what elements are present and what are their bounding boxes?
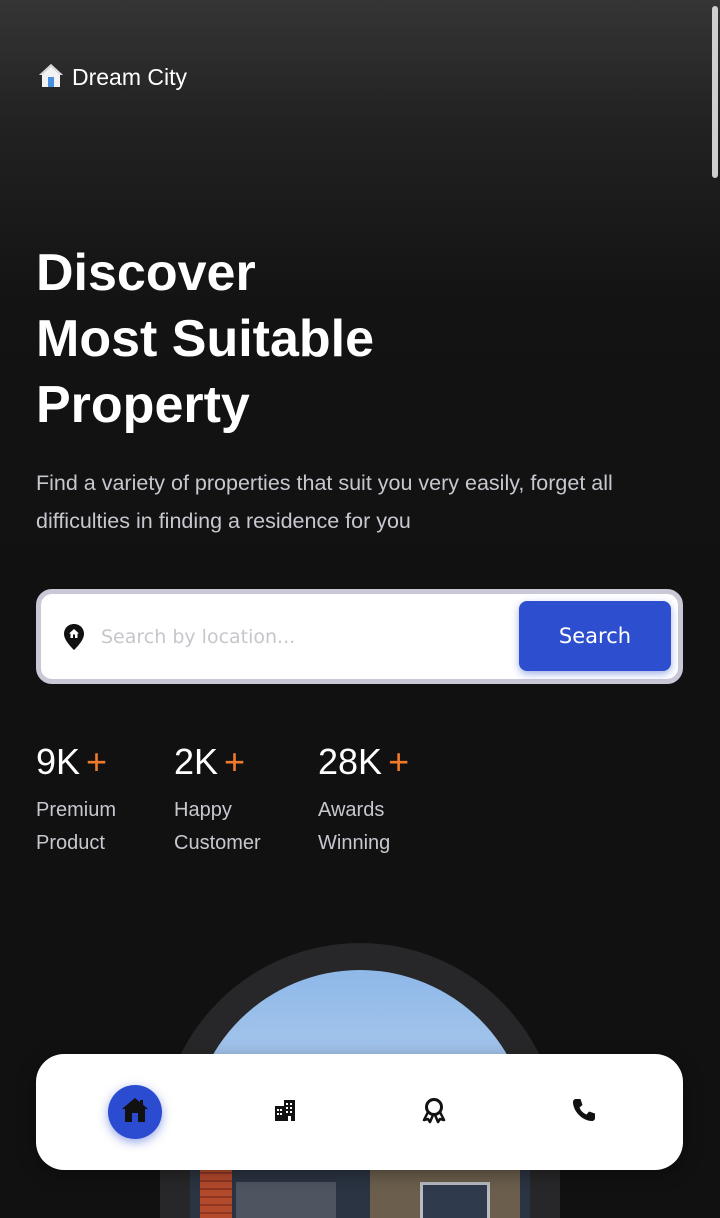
house-logo-icon [38, 62, 64, 93]
stat-awards-winning: 28K + Awards Winning [318, 738, 458, 860]
hero-title: Discover Most Suitable Property [36, 240, 596, 438]
stat-label: Awards Winning [318, 799, 391, 854]
search-bar: Search [36, 589, 683, 684]
nav-properties[interactable] [258, 1085, 312, 1139]
stat-happy-customer: 2K + Happy Customer [174, 738, 314, 860]
bottom-nav [36, 1054, 683, 1170]
stat-plus: + [224, 741, 246, 782]
stat-value: 2K [174, 741, 219, 782]
award-icon [420, 1096, 448, 1129]
hero-title-line: Most Suitable [36, 310, 375, 368]
stat-number: 2K + [174, 738, 314, 786]
phone-icon [570, 1096, 598, 1129]
hero-title-line: Property [36, 376, 250, 434]
logo-text: Dream City [72, 64, 188, 90]
nav-contact[interactable] [557, 1085, 611, 1139]
search-button[interactable]: Search [519, 601, 671, 671]
home-icon [120, 1095, 150, 1130]
search-input[interactable] [101, 625, 501, 648]
stat-value: 28K [318, 741, 383, 782]
building-panel [236, 1182, 336, 1218]
hero-title-line: Discover [36, 244, 256, 302]
location-pin-icon [63, 623, 85, 651]
stat-number: 28K + [318, 738, 458, 786]
nav-home[interactable] [108, 1085, 162, 1139]
hero-subtitle: Find a variety of properties that suit y… [36, 471, 613, 533]
scrollbar[interactable] [712, 6, 718, 178]
building-icon [272, 1097, 298, 1128]
stat-label: Happy Customer [174, 799, 261, 854]
building-window [420, 1182, 490, 1218]
nav-awards[interactable] [407, 1085, 461, 1139]
stat-label: Premium Product [36, 799, 117, 854]
page: Dream City Discover Most Suitable Proper… [0, 0, 720, 1218]
stat-premium-product: 9K + Premium Product [36, 738, 176, 860]
stat-plus: + [86, 741, 108, 782]
brick-facade [200, 1168, 232, 1218]
stat-number: 9K + [36, 738, 176, 786]
stat-value: 9K [36, 741, 81, 782]
stat-plus: + [388, 741, 410, 782]
logo[interactable]: Dream City [38, 62, 187, 93]
